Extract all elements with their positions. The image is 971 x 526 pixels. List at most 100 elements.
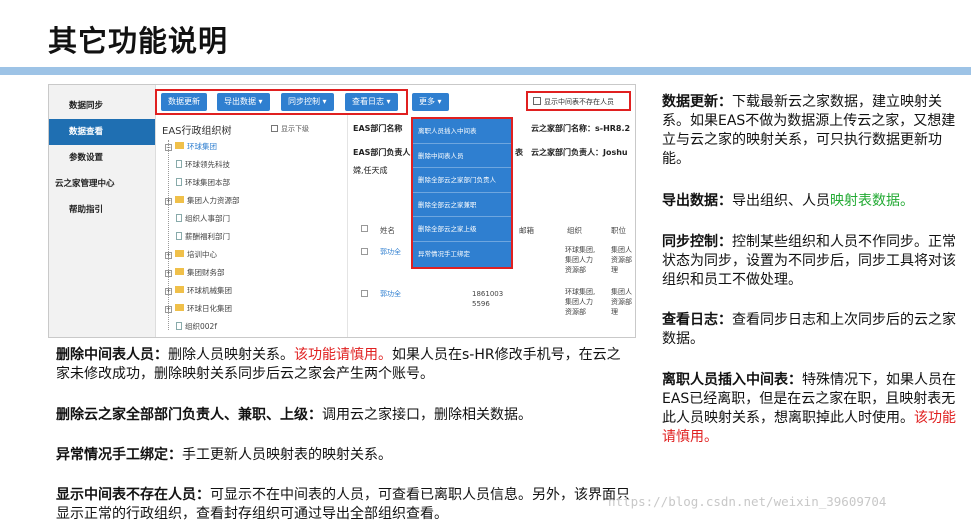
note-paragraph: 查看日志：查看同步日志和上次同步后的云之家数据。: [662, 311, 962, 349]
tree-node[interactable]: + 培训中心: [165, 249, 217, 260]
export-data-button[interactable]: 导出数据 ▾: [217, 93, 270, 111]
collapse-icon[interactable]: −: [165, 144, 172, 151]
note-text: 该功能请慎用。: [294, 347, 392, 363]
view-log-button[interactable]: 查看日志 ▾: [345, 93, 398, 111]
note-paragraph: 删除中间表人员：删除人员映射关系。该功能请慎用。如果人员在s-HR修改手机号，在…: [56, 346, 630, 384]
menu-item-delete-all-dept-heads[interactable]: 删除全部云之家部门负责人: [413, 168, 511, 193]
checkbox-icon[interactable]: [533, 97, 541, 105]
note-text: 调用云之家接口，删除相关数据。: [322, 407, 532, 423]
more-button[interactable]: 更多 ▾: [412, 93, 449, 111]
tree-node[interactable]: + 环球日化集团: [165, 303, 232, 314]
note-label: 查看日志：: [662, 312, 732, 328]
yzj-dept-head-label: 云之家部门负责人：Joshu: [531, 148, 628, 157]
people-line: 嫦,任天成: [353, 166, 388, 175]
page-icon: [176, 322, 182, 330]
tree-node[interactable]: + 集团人力资源部: [165, 195, 240, 206]
menu-item-delete-all-superiors[interactable]: 删除全部云之家上级: [413, 217, 511, 242]
tree-node-label: 环球机械集团: [187, 286, 232, 295]
sidebar-item-sync[interactable]: 数据同步: [49, 93, 155, 119]
person-name-link[interactable]: 郭功全: [380, 289, 401, 299]
update-data-button[interactable]: 数据更新: [161, 93, 207, 111]
checkbox-icon[interactable]: [271, 125, 278, 132]
tree-node-label: 集团财务部: [187, 268, 225, 277]
show-children-label: 显示下级: [281, 125, 309, 133]
note-label: 异常情况手工绑定：: [56, 447, 182, 463]
menu-item-manual-bind[interactable]: 异常情况手工绑定: [413, 242, 511, 267]
tree-node[interactable]: 组织人事部门: [176, 213, 230, 224]
note-paragraph: 数据更新：下载最新云之家数据，建立映射关系。如果EAS不做为数据源上传云之家，又…: [662, 93, 962, 169]
person-org: 环球集团, 集团人力 资源部: [565, 246, 596, 274]
person-phone: 1861003 5596: [472, 290, 504, 308]
slide-title: 其它功能说明: [48, 24, 229, 58]
note-label: 导出数据：: [662, 193, 732, 209]
watermark-url: https://blog.csdn.net/weixin_39609704: [608, 494, 887, 509]
note-label: 删除云之家全部部门负责人、兼职、上级：: [56, 407, 322, 423]
tree-node-label: 环球集团本部: [185, 178, 230, 187]
note-paragraph: 同步控制：控制某些组织和人员不作同步。正常状态为同步，设置为不同步后，同步工具将…: [662, 233, 962, 290]
note-text: 删除人员映射关系。: [168, 347, 294, 363]
select-all-checkbox[interactable]: [361, 225, 368, 232]
menu-item-insert-resigned[interactable]: 离职人员插入中间表: [413, 119, 511, 144]
expand-icon[interactable]: +: [165, 306, 172, 313]
note-label: 显示中间表不存在人员：: [56, 487, 210, 503]
note-paragraph: 导出数据：导出组织、人员映射表数据。: [662, 192, 962, 211]
note-label: 离职人员插入中间表：: [662, 372, 802, 388]
tree-node[interactable]: 环球集团本部: [176, 177, 230, 188]
tree-node[interactable]: 薪酬福利部门: [176, 231, 230, 242]
tree-node[interactable]: 环球领先科技: [176, 159, 230, 170]
eas-dept-name-label: EAS部门名称: [353, 124, 403, 133]
app-screenshot: 数据同步 数据查看 参数设置 云之家管理中心 帮助指引 数据更新 导出数据 ▾ …: [48, 84, 636, 338]
tree-node-label: 组织人事部门: [185, 214, 230, 223]
sidebar-item-yzj-center[interactable]: 云之家管理中心: [49, 171, 155, 197]
folder-icon: [175, 268, 184, 275]
person-name-link[interactable]: 郭功全: [380, 247, 401, 257]
show-missing-label: 显示中间表不存在人员: [544, 98, 614, 106]
tree-node[interactable]: + 集团财务部: [165, 267, 225, 278]
expand-icon[interactable]: +: [165, 198, 172, 205]
expand-icon[interactable]: +: [165, 252, 172, 259]
row-checkbox[interactable]: [361, 248, 368, 255]
note-text: 映射表数据。: [830, 193, 914, 209]
tree-node[interactable]: 组织002f: [176, 321, 217, 332]
row-checkbox[interactable]: [361, 290, 368, 297]
more-dropdown-menu: 离职人员插入中间表 删除中间表人员 删除全部云之家部门负责人 删除全部云之家兼职…: [411, 117, 513, 269]
sync-control-button[interactable]: 同步控制 ▾: [281, 93, 334, 111]
menu-item-delete-all-part-time[interactable]: 删除全部云之家兼职: [413, 193, 511, 217]
person-position: 集团人 资源部 理: [611, 288, 632, 316]
col-header-position: 职位: [611, 226, 626, 235]
tree-node-label: 组织002f: [185, 322, 217, 331]
tree-node-label: 集团人力资源部: [187, 196, 240, 205]
folder-icon: [175, 304, 184, 311]
note-label: 数据更新：: [662, 94, 732, 110]
tree-title: EAS行政组织树: [162, 126, 232, 137]
sidebar-item-help[interactable]: 帮助指引: [49, 197, 155, 223]
panel-divider: [347, 115, 348, 337]
folder-icon: [175, 250, 184, 257]
sidebar-item-view[interactable]: 数据查看: [49, 119, 155, 145]
note-paragraph: 显示中间表不存在人员：可显示不在中间表的人员，可查看已离职人员信息。另外，该界面…: [56, 486, 630, 524]
title-divider: [0, 67, 971, 75]
expand-icon[interactable]: +: [165, 270, 172, 277]
tree-guide-line: [168, 140, 169, 330]
page-icon: [176, 214, 182, 222]
page-icon: [176, 232, 182, 240]
expand-icon[interactable]: +: [165, 288, 172, 295]
tree-node[interactable]: + 环球机械集团: [165, 285, 232, 296]
menu-item-delete-mid-table-person[interactable]: 删除中间表人员: [413, 144, 511, 168]
sidebar-item-settings[interactable]: 参数设置: [49, 145, 155, 171]
folder-icon: [175, 286, 184, 293]
note-paragraph: 离职人员插入中间表：特殊情况下，如果人员在EAS已经离职，但是在云之家在职，且映…: [662, 371, 962, 447]
tree-node-label: 薪酬福利部门: [185, 232, 230, 241]
folder-icon: [175, 196, 184, 203]
page-icon: [176, 178, 182, 186]
show-missing-checkbox[interactable]: 显示中间表不存在人员: [533, 94, 614, 110]
col-header-name: 姓名: [380, 226, 395, 235]
tree-node[interactable]: − 环球集团: [165, 141, 217, 152]
yzj-dept-name-label: 云之家部门名称：s-HR8.2: [531, 124, 631, 133]
folder-icon: [175, 142, 184, 149]
sidebar: 数据同步 数据查看 参数设置 云之家管理中心 帮助指引: [49, 85, 156, 337]
col-header-email: 邮箱: [519, 226, 534, 235]
eas-dept-head-label: EAS部门负责人: [353, 148, 411, 157]
show-children-checkbox[interactable]: 显示下级: [271, 124, 309, 134]
note-paragraph: 删除云之家全部部门负责人、兼职、上级：调用云之家接口，删除相关数据。: [56, 406, 630, 425]
